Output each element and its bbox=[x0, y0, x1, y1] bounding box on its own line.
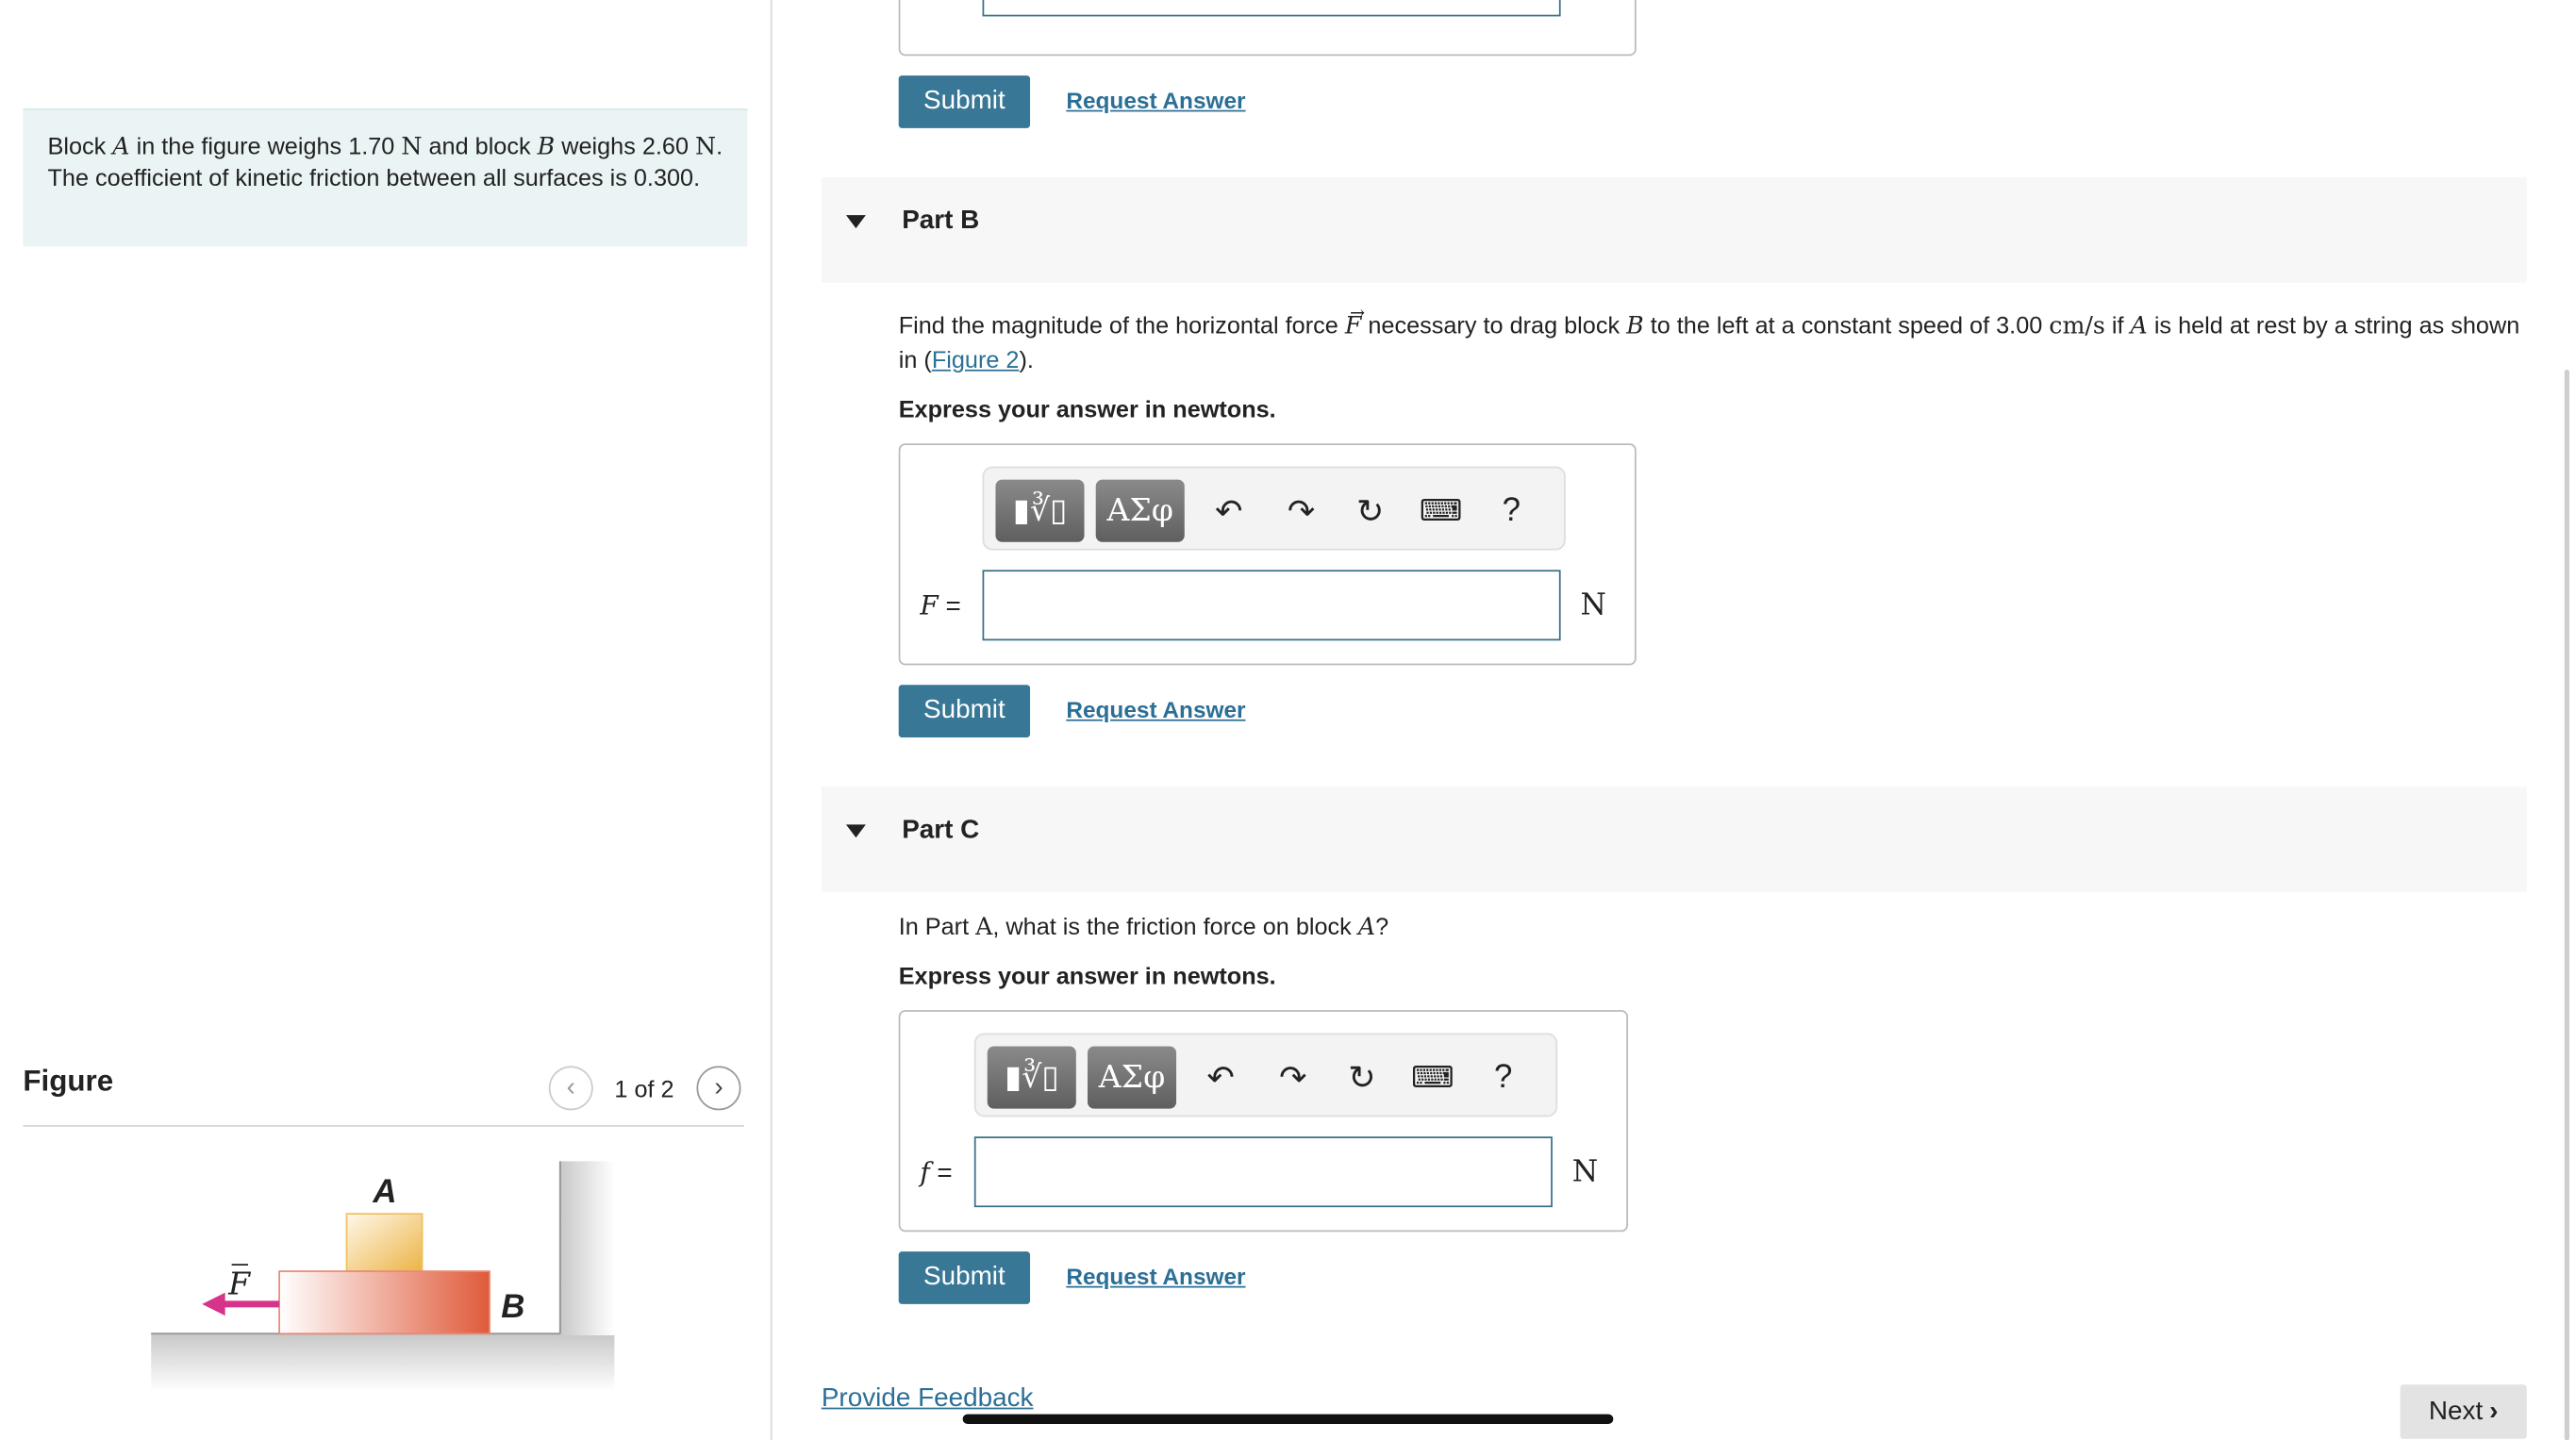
reset-icon[interactable]: ↻ bbox=[1347, 488, 1393, 534]
chevron-right-icon: › bbox=[2489, 1397, 2499, 1425]
text: in the figure weighs 1.70 bbox=[129, 134, 402, 161]
part-b-answer-input[interactable] bbox=[982, 570, 1561, 641]
unit-label: N bbox=[1571, 1154, 1599, 1189]
help-icon[interactable]: ? bbox=[1488, 488, 1535, 534]
text: , what is the friction force on block bbox=[992, 915, 1358, 941]
chevron-left-icon: ‹ bbox=[566, 1073, 575, 1101]
label-a: A bbox=[373, 1174, 397, 1211]
part-b-header[interactable]: Part B bbox=[821, 177, 2527, 283]
figure-2-link[interactable]: Figure 2 bbox=[932, 348, 1020, 374]
redo-icon[interactable]: ↷ bbox=[1278, 488, 1324, 534]
equals: = bbox=[938, 592, 961, 621]
text: Find the magnitude of the horizontal for… bbox=[898, 313, 1345, 340]
var-a: A bbox=[1357, 915, 1376, 941]
part-c-answer-box: ▮∛▯ ΑΣφ ↶ ↷ ↻ ⌨ ? f = N bbox=[898, 1010, 1629, 1233]
unit-label: N bbox=[1580, 588, 1606, 623]
part-c-instructions: Express your answer in newtons. bbox=[898, 964, 1276, 991]
label-b: B bbox=[501, 1289, 525, 1326]
part-c-request-answer-link[interactable]: Request Answer bbox=[1066, 1263, 1245, 1289]
problem-statement: Block A in the figure weighs 1.70 N and … bbox=[23, 108, 748, 247]
text: Block bbox=[47, 134, 113, 161]
provide-feedback-link[interactable]: Provide Feedback bbox=[822, 1384, 1034, 1414]
figure-pager: 1 of 2 bbox=[614, 1077, 674, 1104]
math-toolbar: ▮∛▯ ΑΣφ ↶ ↷ ↻ ⌨ ? bbox=[982, 466, 1566, 551]
var: F bbox=[920, 589, 939, 621]
part-b-instructions: Express your answer in newtons. bbox=[898, 397, 1276, 424]
block-b bbox=[278, 1270, 490, 1335]
part-b-question: Find the magnitude of the horizontal for… bbox=[898, 302, 2525, 379]
undo-icon[interactable]: ↶ bbox=[1198, 1054, 1244, 1101]
keyboard-icon[interactable]: ⌨ bbox=[1418, 488, 1464, 534]
figure-divider bbox=[23, 1125, 744, 1127]
part-b-label: Part B bbox=[902, 207, 980, 236]
part-b-request-answer-link[interactable]: Request Answer bbox=[1066, 696, 1245, 722]
greek-symbols-button[interactable]: ΑΣφ bbox=[1088, 1046, 1177, 1109]
ground bbox=[151, 1333, 615, 1392]
part-b-answer-box: ▮∛▯ ΑΣφ ↶ ↷ ↻ ⌨ ? F = N bbox=[898, 443, 1637, 666]
part-c-label: Part C bbox=[902, 816, 980, 845]
prev-figure-button[interactable]: ‹ bbox=[548, 1066, 593, 1111]
vector-f: F → bbox=[1345, 302, 1365, 339]
unit: N bbox=[401, 134, 423, 161]
keyboard-icon[interactable]: ⌨ bbox=[1409, 1054, 1455, 1101]
panel-divider bbox=[770, 0, 773, 1440]
vector-arrow-icon: → bbox=[1350, 302, 1366, 324]
text: if bbox=[2104, 313, 2131, 340]
text: necessary to drag block bbox=[1361, 313, 1627, 340]
text: ? bbox=[1375, 915, 1389, 941]
label-f: F bbox=[228, 1266, 251, 1303]
part-a-answer-box bbox=[898, 0, 1637, 57]
text: In Part bbox=[898, 915, 976, 941]
wall bbox=[559, 1161, 615, 1336]
undo-icon[interactable]: ↶ bbox=[1205, 488, 1252, 534]
part-a-input[interactable] bbox=[982, 0, 1561, 17]
collapse-triangle-icon bbox=[845, 824, 866, 838]
part-a-request-answer-link[interactable]: Request Answer bbox=[1066, 87, 1245, 113]
next-button[interactable]: Next › bbox=[2400, 1384, 2527, 1439]
var-b: B bbox=[537, 134, 556, 161]
answer-variable-label: F = bbox=[920, 589, 960, 622]
templates-button[interactable]: ▮∛▯ bbox=[987, 1046, 1076, 1109]
text: ). bbox=[1019, 348, 1034, 375]
answer-variable-label: f = bbox=[920, 1156, 952, 1189]
part-c-question: In Part A, what is the friction force on… bbox=[899, 912, 2525, 947]
block-a bbox=[345, 1213, 424, 1272]
text: and block bbox=[422, 134, 538, 161]
figure-title: Figure bbox=[23, 1064, 114, 1098]
text: to the left at a constant speed of 3.00 bbox=[1643, 313, 2050, 340]
templates-button[interactable]: ▮∛▯ bbox=[995, 479, 1085, 542]
unit: N bbox=[695, 134, 717, 161]
home-indicator bbox=[962, 1414, 1614, 1425]
var-a: A bbox=[2130, 313, 2148, 340]
var: f bbox=[920, 1156, 930, 1188]
part-c-submit-button[interactable]: Submit bbox=[898, 1251, 1031, 1304]
unit: cm/s bbox=[2049, 313, 2105, 340]
next-figure-button[interactable]: › bbox=[696, 1066, 741, 1111]
math-toolbar: ▮∛▯ ΑΣφ ↶ ↷ ↻ ⌨ ? bbox=[973, 1033, 1558, 1117]
reset-icon[interactable]: ↻ bbox=[1338, 1054, 1385, 1101]
next-label: Next bbox=[2428, 1397, 2484, 1425]
var-a: A bbox=[112, 134, 130, 161]
part-a-submit-button[interactable]: Submit bbox=[898, 75, 1031, 128]
scrollbar[interactable] bbox=[2564, 369, 2570, 1440]
var-b: B bbox=[1626, 313, 1644, 340]
collapse-triangle-icon bbox=[845, 215, 866, 229]
redo-icon[interactable]: ↷ bbox=[1270, 1054, 1316, 1101]
equals: = bbox=[929, 1159, 953, 1188]
part-ref: A bbox=[975, 915, 993, 941]
text: weighs 2.60 bbox=[555, 134, 696, 161]
part-b-submit-button[interactable]: Submit bbox=[898, 685, 1031, 738]
help-icon[interactable]: ? bbox=[1480, 1054, 1526, 1101]
part-c-answer-input[interactable] bbox=[973, 1136, 1553, 1208]
chevron-right-icon: › bbox=[714, 1073, 723, 1101]
part-c-header[interactable]: Part C bbox=[821, 786, 2527, 892]
greek-symbols-button[interactable]: ΑΣφ bbox=[1095, 479, 1185, 542]
